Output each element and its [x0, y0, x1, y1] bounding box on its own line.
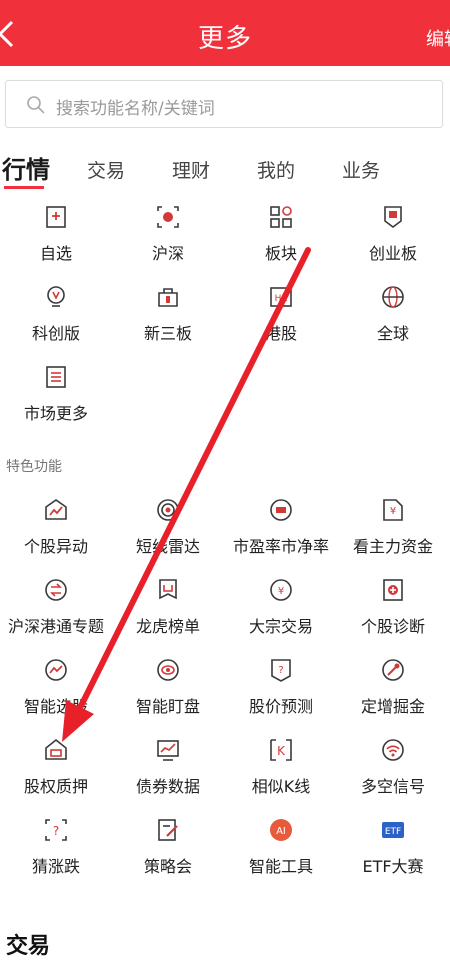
feature-item-smart-pick[interactable]: 智能选股 — [0, 657, 112, 727]
market-item-watchlist[interactable]: 自选 — [0, 204, 112, 274]
diagnosis-icon — [383, 579, 403, 601]
feature-item-smart-watch[interactable]: 智能盯盘 — [112, 657, 224, 727]
svg-text:HK: HK — [275, 294, 289, 304]
page-title: 更多 — [197, 24, 252, 54]
feature-item-pe-pb[interactable]: 市盈率市净率 — [225, 497, 337, 567]
pledge-icon — [45, 738, 67, 760]
feature-item-main-funds[interactable]: ¥ 看主力资金 — [337, 497, 449, 567]
chinext-icon — [384, 206, 402, 228]
ai-tool-icon: AI — [270, 819, 292, 841]
search-input[interactable]: 搜索功能名称/关键词 — [5, 80, 443, 128]
tab-market[interactable]: 行情 — [2, 150, 50, 185]
feature-item-stock-alert[interactable]: 个股异动 — [0, 497, 112, 567]
feature-item-label: 个股诊断 — [360, 617, 425, 636]
feature-item-block-trade[interactable]: ¥ 大宗交易 — [225, 577, 337, 647]
tab-finance[interactable]: 理财 — [172, 156, 210, 183]
feature-item-etf[interactable]: ETF ETF大赛 — [337, 817, 449, 887]
feature-item-strategy[interactable]: 策略会 — [112, 817, 224, 887]
feature-item-label: 定增掘金 — [360, 697, 425, 716]
feature-item-pledge[interactable]: 股权质押 — [0, 737, 112, 807]
guess-icon: ? — [45, 819, 67, 841]
market-item-sector[interactable]: 板块 — [225, 204, 337, 274]
feature-item-kline[interactable]: K 相似K线 — [225, 737, 337, 807]
market-item-globe[interactable]: 全球 — [337, 284, 449, 354]
sector-icon — [270, 206, 292, 228]
section-title-trade: 交易 — [6, 934, 51, 959]
watchlist-icon — [46, 206, 66, 228]
main-funds-icon: ¥ — [383, 499, 403, 521]
market-item-more-market[interactable]: 市场更多 — [0, 364, 112, 434]
svg-text:¥: ¥ — [278, 586, 284, 597]
svg-text:K: K — [277, 744, 286, 758]
placement-icon — [382, 659, 404, 681]
kline-icon: K — [270, 739, 292, 761]
market-item-hk-stock[interactable]: HK 港股 — [225, 284, 337, 354]
feature-item-dragon-tiger[interactable]: 龙虎榜单 — [112, 577, 224, 647]
market-item-label: 创业板 — [368, 244, 417, 263]
market-item-chinext[interactable]: 创业板 — [337, 204, 449, 274]
smart-watch-icon — [157, 659, 179, 681]
market-item-neeq[interactable]: 新三板 — [112, 284, 224, 354]
etf-icon: ETF — [382, 822, 404, 838]
feature-item-diagnosis[interactable]: 个股诊断 — [337, 577, 449, 647]
tab-active-indicator — [4, 186, 44, 189]
edit-button[interactable]: 编辑 — [426, 25, 450, 51]
market-item-star-market[interactable]: 科创版 — [0, 284, 112, 354]
svg-text:AI: AI — [276, 826, 286, 837]
neeq-icon — [158, 288, 178, 307]
connect-icon — [45, 579, 67, 601]
search-placeholder: 搜索功能名称/关键词 — [56, 99, 215, 119]
svg-text:?: ? — [278, 665, 283, 676]
strategy-icon — [158, 819, 178, 841]
feature-item-ai-tool[interactable]: AI 智能工具 — [225, 817, 337, 887]
svg-text:?: ? — [53, 824, 59, 838]
feature-item-forecast[interactable]: ? 股价预测 — [225, 657, 337, 727]
search-icon — [27, 96, 45, 114]
tab-trade[interactable]: 交易 — [87, 156, 125, 183]
bond-data-icon — [157, 740, 179, 761]
dragon-tiger-icon — [159, 579, 177, 600]
star-market-icon — [47, 286, 65, 307]
tab-mine[interactable]: 我的 — [257, 156, 295, 183]
feature-item-connect[interactable]: 沪深港通专题 — [0, 577, 112, 647]
feature-item-bond-data[interactable]: 债券数据 — [112, 737, 224, 807]
top-bar: 更多 编辑 — [0, 0, 450, 66]
more-market-icon — [46, 366, 66, 388]
feature-item-label: ETF大赛 — [362, 857, 424, 876]
section-title-features: 特色功能 — [6, 459, 62, 475]
feature-item-placement[interactable]: 定增掘金 — [337, 657, 449, 727]
stock-alert-icon — [45, 499, 67, 520]
svg-text:¥: ¥ — [390, 506, 396, 517]
feature-item-signal[interactable]: 多空信号 — [337, 737, 449, 807]
feature-item-label: 多空信号 — [360, 777, 425, 796]
hk-stock-icon: HK — [270, 287, 292, 307]
signal-icon — [382, 739, 404, 761]
forecast-icon: ? — [271, 659, 291, 682]
tab-business[interactable]: 业务 — [342, 156, 380, 183]
market-item-label: 市场更多 — [23, 404, 88, 423]
feature-item-radar[interactable]: 短线雷达 — [112, 497, 224, 567]
feature-item-label: 看主力资金 — [352, 537, 433, 556]
market-item-sh-sz[interactable]: 沪深 — [112, 204, 224, 274]
globe-icon — [382, 286, 404, 308]
feature-item-guess[interactable]: ? 猜涨跌 — [0, 817, 112, 887]
block-trade-icon: ¥ — [270, 579, 292, 601]
market-item-label: 全球 — [376, 324, 409, 343]
smart-pick-icon — [45, 659, 67, 681]
sh-sz-icon — [157, 206, 179, 228]
pe-pb-icon — [270, 499, 292, 521]
radar-icon — [157, 499, 179, 521]
svg-text:ETF: ETF — [385, 827, 401, 837]
